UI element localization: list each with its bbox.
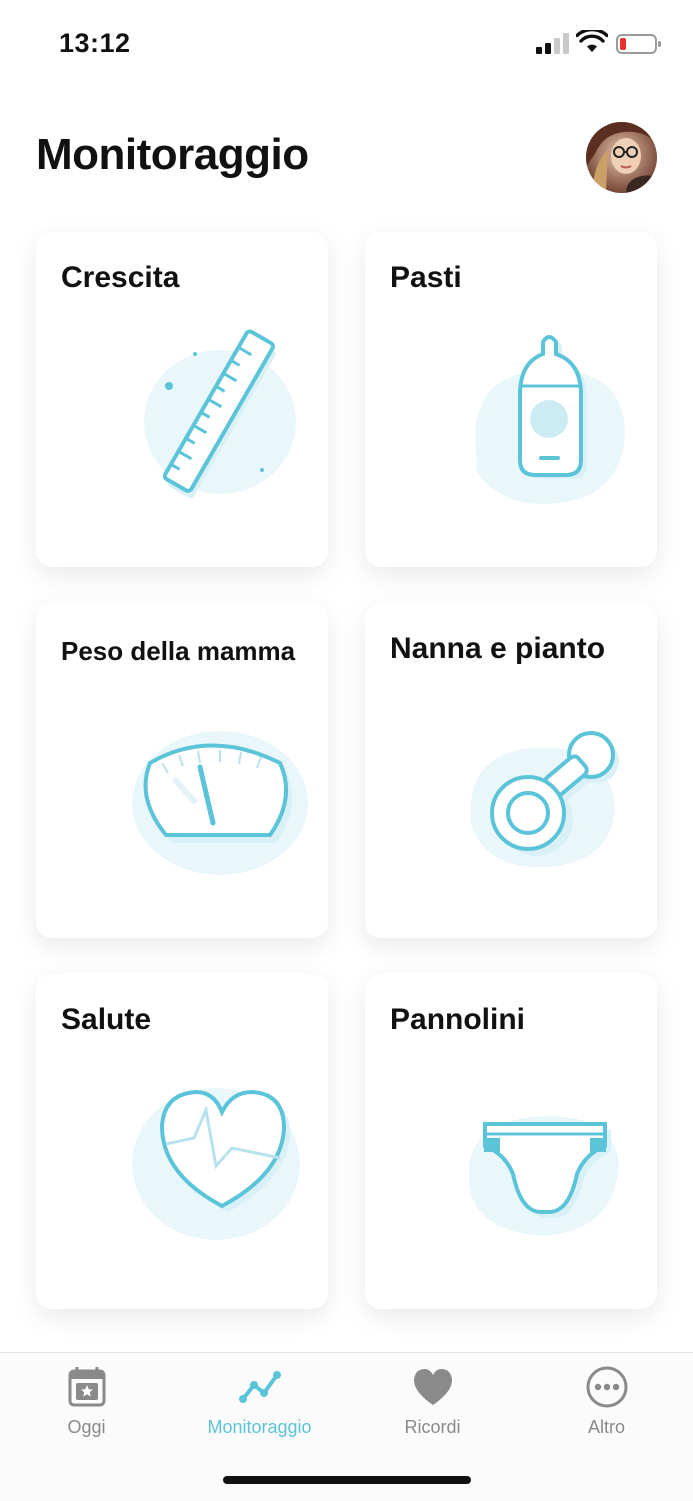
tab-label: Ricordi	[404, 1417, 461, 1437]
page-title: Monitoraggio	[36, 130, 309, 179]
baby-bottle-icon	[475, 335, 625, 504]
calendar-star-icon	[68, 1367, 105, 1407]
card-title: Salute	[61, 1003, 152, 1036]
heart-icon	[413, 1369, 452, 1405]
more-circle-icon	[586, 1366, 627, 1408]
card-title: Nanna e pianto	[390, 632, 606, 665]
tab-label: Oggi	[67, 1417, 106, 1437]
tab-monitoraggio[interactable]: Monitoraggio	[173, 1353, 346, 1453]
card-pannolini[interactable]: Pannolini	[365, 974, 657, 1309]
card-crescita[interactable]: Crescita	[36, 232, 328, 567]
card-title: Pasti	[390, 261, 462, 294]
status-bar: 13:12	[0, 0, 693, 90]
tab-label: Monitoraggio	[207, 1417, 312, 1437]
card-peso-della-mamma[interactable]: Peso della mamma	[36, 603, 328, 938]
status-time: 13:12	[59, 28, 131, 58]
home-indicator[interactable]	[223, 1476, 471, 1484]
card-pasti[interactable]: Pasti	[365, 232, 657, 567]
tab-ricordi[interactable]: Ricordi	[346, 1353, 519, 1453]
wifi-icon	[576, 30, 608, 52]
card-title: Peso della mamma	[61, 636, 296, 666]
cellular-signal-icon	[536, 33, 569, 54]
ruler-icon	[144, 329, 296, 499]
diaper-icon	[469, 1116, 619, 1236]
card-title: Crescita	[61, 261, 180, 294]
user-avatar[interactable]	[586, 122, 657, 193]
battery-low-icon	[616, 34, 661, 54]
heart-pulse-icon	[132, 1088, 300, 1240]
tab-label: Altro	[587, 1417, 625, 1437]
card-salute[interactable]: Salute	[36, 974, 328, 1309]
tab-oggi[interactable]: Oggi	[0, 1353, 173, 1453]
pacifier-icon	[471, 731, 619, 868]
tab-altro[interactable]: Altro	[520, 1353, 693, 1453]
card-title: Pannolini	[390, 1003, 525, 1036]
scale-icon	[132, 731, 308, 875]
card-nanna-e-pianto[interactable]: Nanna e pianto	[365, 603, 657, 938]
trend-chart-icon	[238, 1371, 281, 1403]
